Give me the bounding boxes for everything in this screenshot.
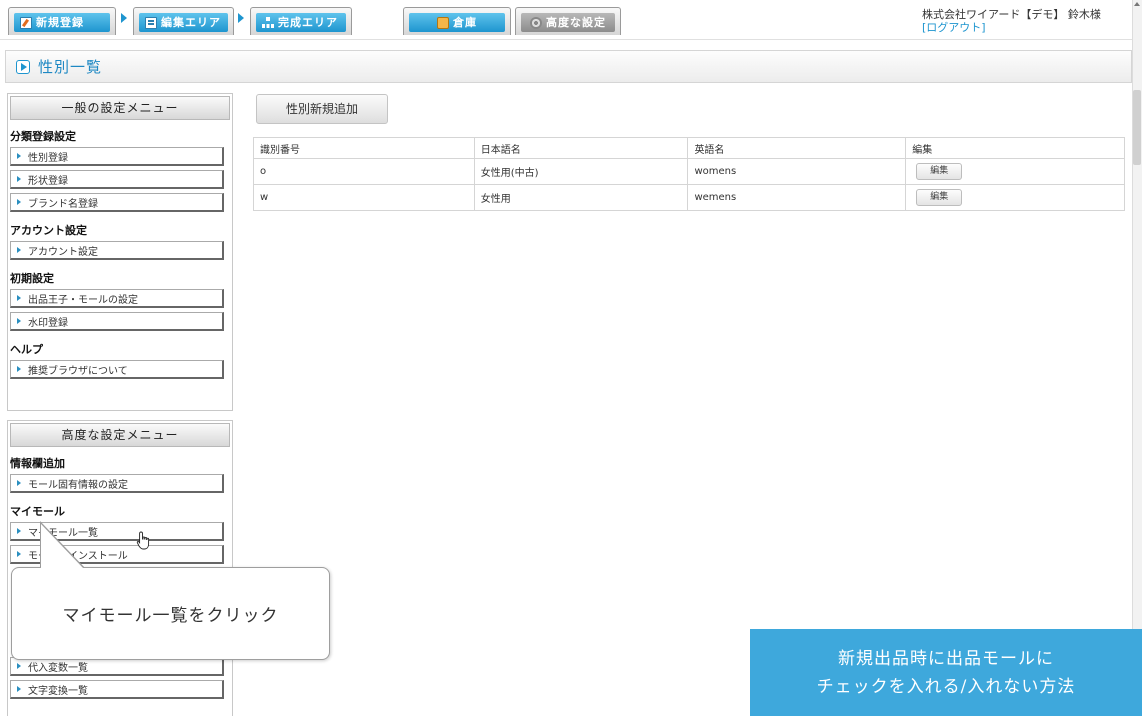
triangle-right-icon [17,318,21,324]
scroll-up-icon[interactable] [1134,2,1140,6]
tab-new-registration[interactable]: 新規登録 [8,7,116,35]
column-header-id: 識別番号 [253,137,475,159]
edit-button[interactable]: 編集 [916,163,963,180]
column-header-edit: 編集 [905,137,1125,159]
gear-icon [530,16,542,29]
triangle-right-icon [17,199,21,205]
cell-edit: 編集 [905,158,1125,185]
tab-complete-area[interactable]: 完成エリア [250,7,352,35]
callout-text: マイモール一覧をクリック [62,606,279,626]
tab-label: 完成エリア [278,16,338,29]
sidebar-item-char-conversion-list[interactable]: 文字変換一覧 [10,680,224,699]
cell-japanese-name: 女性用 [473,184,689,211]
sidebar-item-label: アカウント設定 [28,246,98,258]
tab-label: 編集エリア [161,16,221,29]
triangle-right-icon [17,663,21,669]
group-heading-category: 分類登録設定 [10,130,76,143]
group-heading-help: ヘルプ [10,343,43,356]
triangle-right-icon [17,528,21,534]
info-banner: 新規出品時に出品モールに チェックを入れる/入れない方法 [750,629,1142,716]
sidebar-item-shape-registration[interactable]: 形状登録 [10,170,224,189]
sidebar-item-account-settings[interactable]: アカウント設定 [10,241,224,260]
arrow-right-icon [238,13,244,23]
hand-cursor-icon [136,531,150,550]
cell-edit: 編集 [905,184,1125,211]
column-header-english-name: 英語名 [687,137,907,159]
sidebar-item-label: 形状登録 [28,175,68,187]
user-name: 株式会社ワイアード【デモ】 鈴木様 [922,8,1101,21]
table-row: w 女性用 wemens 編集 [253,184,1125,211]
table-row: o 女性用(中古) womens 編集 [253,158,1125,185]
sidebar-item-label: 代入変数一覧 [28,662,88,674]
menu-title: 一般の設定メニュー [10,96,230,120]
menu-title: 高度な設定メニュー [10,423,230,447]
sidebar-item-label: ブランド名登録 [28,198,98,210]
triangle-right-icon [17,247,21,253]
sidebar-item-brand-registration[interactable]: ブランド名登録 [10,193,224,212]
cell-english-name: womens [687,158,907,185]
cell-english-name: wemens [687,184,907,211]
group-heading-my-mall: マイモール [10,505,65,518]
sidebar-item-mall-settings[interactable]: 出品王子・モールの設定 [10,289,224,308]
edit-icon [20,16,32,29]
instruction-callout: マイモール一覧をクリック [11,567,330,660]
tab-label: 倉庫 [453,16,477,29]
top-navigation-bar: 新規登録 編集エリア 完成エリア 倉庫 高度な設定 株式会社ワイアード【デモ】 … [0,0,1132,40]
edit-button[interactable]: 編集 [916,189,963,206]
tab-advanced-settings[interactable]: 高度な設定 [515,7,621,35]
callout-pointer-fill [41,524,84,569]
sidebar-item-label: 文字変換一覧 [28,685,88,697]
cell-japanese-name: 女性用(中古) [473,158,689,185]
user-info: 株式会社ワイアード【デモ】 鈴木様 [ログアウト] [922,8,1122,34]
sidebar-item-label: モール固有情報の設定 [28,479,128,491]
gender-table: 識別番号 日本語名 英語名 編集 o 女性用(中古) womens 編集 w 女… [253,137,1125,211]
page-header: 性別一覧 [5,50,1132,83]
general-settings-menu: 一般の設定メニュー 分類登録設定 性別登録 形状登録 ブランド名登録 アカウント… [7,93,233,411]
cell-id: o [253,158,475,185]
triangle-right-icon [17,176,21,182]
tab-label: 新規登録 [36,16,84,29]
arrow-right-icon [121,13,127,23]
triangle-right-icon [17,480,21,486]
triangle-right-icon [17,551,21,557]
scrollbar-thumb[interactable] [1133,90,1141,165]
logout-link[interactable]: [ログアウト] [922,21,1122,34]
box-icon [437,16,449,29]
column-header-japanese-name: 日本語名 [473,137,689,159]
triangle-right-icon [17,153,21,159]
add-gender-button[interactable]: 性別新規追加 [256,94,388,124]
sidebar-item-mall-info-settings[interactable]: モール固有情報の設定 [10,474,224,493]
tree-icon [262,16,274,29]
cell-id: w [253,184,475,211]
table-header-row: 識別番号 日本語名 英語名 編集 [253,137,1125,159]
sidebar-item-browser-info[interactable]: 推奨ブラウザについて [10,360,224,379]
group-heading-info-field: 情報欄追加 [10,457,65,470]
triangle-right-icon [17,295,21,301]
list-icon [145,16,157,29]
sidebar-item-label: 性別登録 [28,152,68,164]
sidebar-item-gender-registration[interactable]: 性別登録 [10,147,224,166]
sidebar-item-label: 出品王子・モールの設定 [28,294,138,306]
banner-line-1: 新規出品時に出品モールに [838,648,1054,669]
page-title: 性別一覧 [38,58,103,76]
tab-warehouse[interactable]: 倉庫 [403,7,511,35]
sidebar-item-watermark[interactable]: 水印登録 [10,312,224,331]
group-heading-initial: 初期設定 [10,272,54,285]
group-heading-account: アカウント設定 [10,224,87,237]
sidebar-item-label: 水印登録 [28,317,68,329]
sidebar-item-label: 推奨ブラウザについて [28,365,128,377]
vertical-scrollbar[interactable] [1132,0,1142,716]
tab-label: 高度な設定 [546,16,606,29]
triangle-right-icon [17,686,21,692]
tab-edit-area[interactable]: 編集エリア [133,7,234,35]
triangle-right-icon [17,366,21,372]
play-icon [16,59,30,74]
banner-line-2: チェックを入れる/入れない方法 [816,676,1076,697]
